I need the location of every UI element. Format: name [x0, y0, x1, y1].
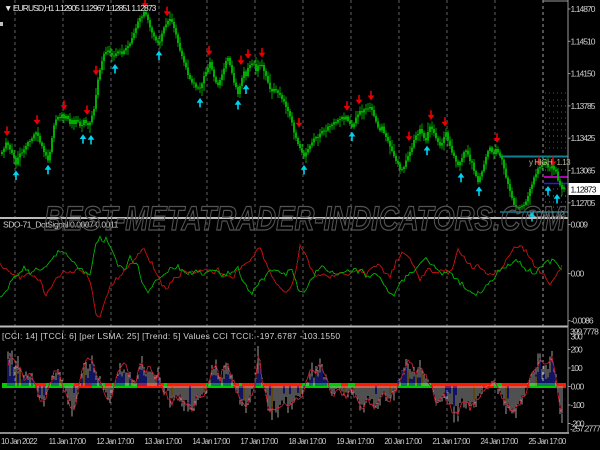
- svg-text:0.00: 0.00: [571, 382, 585, 392]
- svg-text:1.13785: 1.13785: [571, 101, 596, 111]
- svg-text:11 Jan 17:00: 11 Jan 17:00: [49, 437, 87, 446]
- svg-text:24 Jan 17:00: 24 Jan 17:00: [480, 437, 519, 446]
- svg-text:[CCI: 14] [TCCI: 6] [per LSMA:: [CCI: 14] [TCCI: 6] [per LSMA: 25] [Tren…: [2, 331, 340, 341]
- svg-text:1.12705: 1.12705: [571, 198, 596, 208]
- svg-text:1.13: 1.13: [557, 158, 572, 167]
- svg-text:20 Jan 17:00: 20 Jan 17:00: [384, 437, 423, 446]
- svg-text:17 Jan 17:00: 17 Jan 17:00: [240, 437, 279, 446]
- svg-text:19 Jan 17:00: 19 Jan 17:00: [336, 437, 375, 446]
- svg-text:25 Jan 17:00: 25 Jan 17:00: [528, 437, 567, 446]
- svg-text:-100: -100: [571, 400, 585, 410]
- svg-text:10 Jan 2022: 10 Jan 2022: [1, 437, 38, 446]
- svg-text:18 Jan 17:00: 18 Jan 17:00: [288, 437, 327, 446]
- svg-text:14 Jan 17:00: 14 Jan 17:00: [192, 437, 231, 446]
- svg-text:12 Jan 17:00: 12 Jan 17:00: [96, 437, 135, 446]
- svg-text:1.14870: 1.14870: [571, 4, 596, 14]
- svg-text:-257.2777: -257.2777: [570, 424, 600, 434]
- svg-text:1.13065: 1.13065: [571, 166, 596, 176]
- svg-text:100: 100: [571, 363, 584, 373]
- svg-text:1.12873: 1.12873: [571, 185, 597, 195]
- svg-text:1.14150: 1.14150: [571, 69, 596, 79]
- svg-text:0.009: 0.009: [571, 220, 589, 230]
- svg-text:0.00: 0.00: [571, 269, 585, 279]
- svg-text:▼ EURUSD,H1 1.12905 1.12967 1: ▼ EURUSD,H1 1.12905 1.12967 1.12851 1.12…: [4, 3, 157, 13]
- svg-text:1.14510: 1.14510: [571, 36, 596, 46]
- svg-text:399.7778: 399.7778: [570, 327, 599, 337]
- svg-text:200: 200: [571, 345, 584, 355]
- svg-text:21 Jan 17:00: 21 Jan 17:00: [432, 437, 471, 446]
- svg-text:-0.0086: -0.0086: [571, 316, 594, 326]
- svg-text:13 Jan 17:00: 13 Jan 17:00: [144, 437, 183, 446]
- svg-text:1.13425: 1.13425: [571, 133, 596, 143]
- svg-text:y HIGH: y HIGH: [529, 158, 553, 167]
